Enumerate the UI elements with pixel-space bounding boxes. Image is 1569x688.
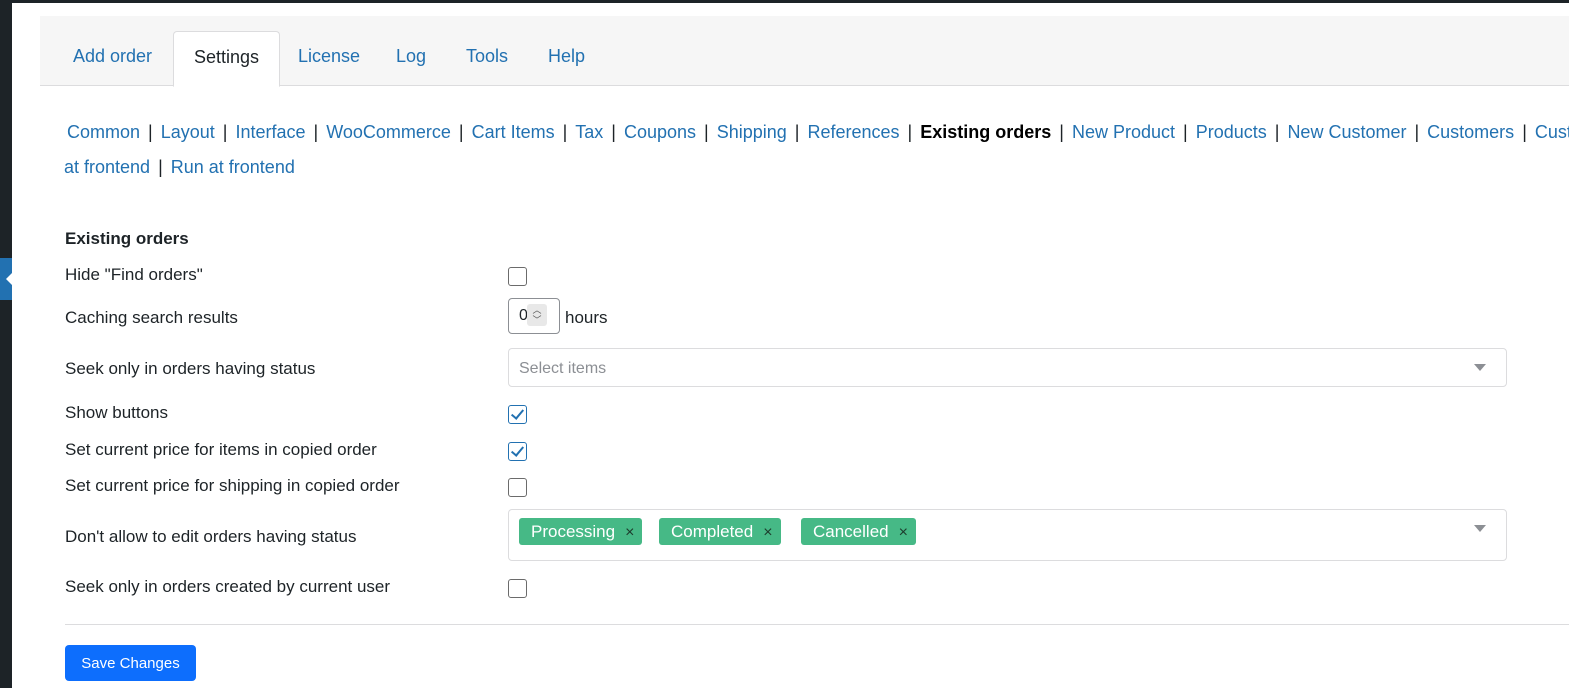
settings-page: Add order Settings License Log Tools Hel…: [12, 3, 1569, 688]
subnav-separator: |: [1274, 122, 1280, 142]
seek-status-placeholder: Select items: [519, 360, 607, 377]
subnav-separator: |: [1522, 122, 1527, 142]
subnav-layout[interactable]: Layout: [161, 122, 215, 142]
no-edit-status-label: Don't allow to edit orders having status: [65, 527, 357, 546]
divider: [65, 624, 1569, 625]
tab-tools[interactable]: Tools: [446, 31, 528, 87]
tab-help[interactable]: Help: [528, 31, 605, 87]
subnav-woocommerce[interactable]: WooCommerce: [326, 122, 451, 142]
seek-status-label: Seek only in orders having status: [65, 359, 316, 378]
seek-status-select[interactable]: Select items: [508, 348, 1507, 387]
subnav-custom-fields[interactable]: Custom fiel: [1535, 122, 1569, 142]
subnav-separator: |: [458, 122, 464, 142]
seek-current-user-label: Seek only in orders created by current u…: [65, 577, 391, 596]
subnav-separator: |: [704, 122, 709, 142]
subnav-separator: |: [1059, 122, 1064, 142]
subnav-separator: |: [907, 122, 913, 142]
current-price-shipping-label: Set current price for shipping in copied…: [65, 476, 400, 495]
subnav-new-product[interactable]: New Product: [1072, 122, 1175, 142]
tab-license[interactable]: License: [278, 31, 380, 87]
subnav-new-customer[interactable]: New Customer: [1287, 122, 1406, 142]
status-tag-label: Processing: [531, 522, 616, 541]
subnav-separator: |: [562, 122, 568, 142]
current-price-items-checkbox[interactable]: [508, 442, 527, 461]
settings-subnav: Common | Layout | Interface | WooCommerce | Cart…: [64, 115, 1569, 185]
tab-settings[interactable]: Settings: [173, 31, 281, 87]
subnav-separator: |: [1183, 122, 1188, 142]
current-price-items-label: Set current price for items in copied or…: [65, 440, 377, 459]
subnav-references[interactable]: References: [807, 122, 899, 142]
seek-current-user-checkbox[interactable]: [508, 579, 527, 598]
subnav-existing-orders: Existing orders: [920, 122, 1052, 142]
subnav-customers[interactable]: Customers: [1427, 122, 1514, 142]
number-spinner-icon[interactable]: ︿ ﹀: [527, 304, 547, 326]
subnav-separator: |: [794, 122, 800, 142]
remove-tag-icon[interactable]: ×: [763, 524, 772, 541]
subnav-common[interactable]: Common: [67, 122, 140, 142]
admin-sidebar-active-marker[interactable]: [0, 258, 13, 300]
subnav-separator: |: [148, 122, 153, 142]
hide-find-orders-checkbox[interactable]: [508, 267, 527, 286]
status-tag-processing: Processing ×: [519, 518, 643, 545]
remove-tag-icon[interactable]: ×: [625, 524, 634, 541]
subnav-separator: |: [313, 122, 319, 142]
no-edit-status-select[interactable]: Processing × Completed × Cancelled ×: [508, 509, 1507, 561]
subnav-separator: |: [222, 122, 228, 142]
caching-label: Caching search results: [65, 308, 238, 327]
subnav-tax[interactable]: Tax: [575, 122, 603, 142]
status-tag-label: Cancelled: [813, 522, 889, 541]
tab-bar: Add order Settings License Log Tools Hel…: [40, 16, 1569, 87]
tab-add-order[interactable]: Add order: [53, 31, 172, 87]
caching-hours-input[interactable]: 0 ︿ ﹀: [508, 298, 560, 334]
admin-sidebar: [0, 0, 13, 688]
subnav-interface[interactable]: Interface: [235, 122, 305, 142]
status-tag-cancelled: Cancelled ×: [801, 518, 916, 545]
show-buttons-label: Show buttons: [65, 403, 169, 422]
subnav-separator: |: [1414, 122, 1420, 142]
subnav-at-frontend[interactable]: at frontend: [64, 157, 150, 177]
subnav-products[interactable]: Products: [1196, 122, 1267, 142]
caching-unit: hours: [565, 308, 608, 327]
hide-find-orders-label: Hide "Find orders": [65, 265, 203, 284]
subnav-coupons[interactable]: Coupons: [624, 122, 696, 142]
remove-tag-icon[interactable]: ×: [899, 524, 908, 541]
save-changes-button[interactable]: Save Changes: [65, 645, 196, 681]
subnav-run-at-frontend[interactable]: Run at frontend: [171, 157, 295, 177]
status-tag-label: Completed: [671, 522, 754, 541]
tab-log[interactable]: Log: [376, 31, 446, 87]
show-buttons-checkbox[interactable]: [508, 405, 527, 424]
subnav-separator: |: [611, 122, 616, 142]
section-title: Existing orders: [65, 229, 189, 248]
status-tag-completed: Completed ×: [659, 518, 781, 545]
subnav-shipping[interactable]: Shipping: [717, 122, 787, 142]
chevron-down-icon[interactable]: [1474, 525, 1486, 532]
subnav-separator: |: [158, 157, 163, 177]
current-price-shipping-checkbox[interactable]: [508, 478, 527, 497]
chevron-down-icon[interactable]: [1474, 364, 1486, 371]
subnav-cart-items[interactable]: Cart Items: [472, 122, 555, 142]
